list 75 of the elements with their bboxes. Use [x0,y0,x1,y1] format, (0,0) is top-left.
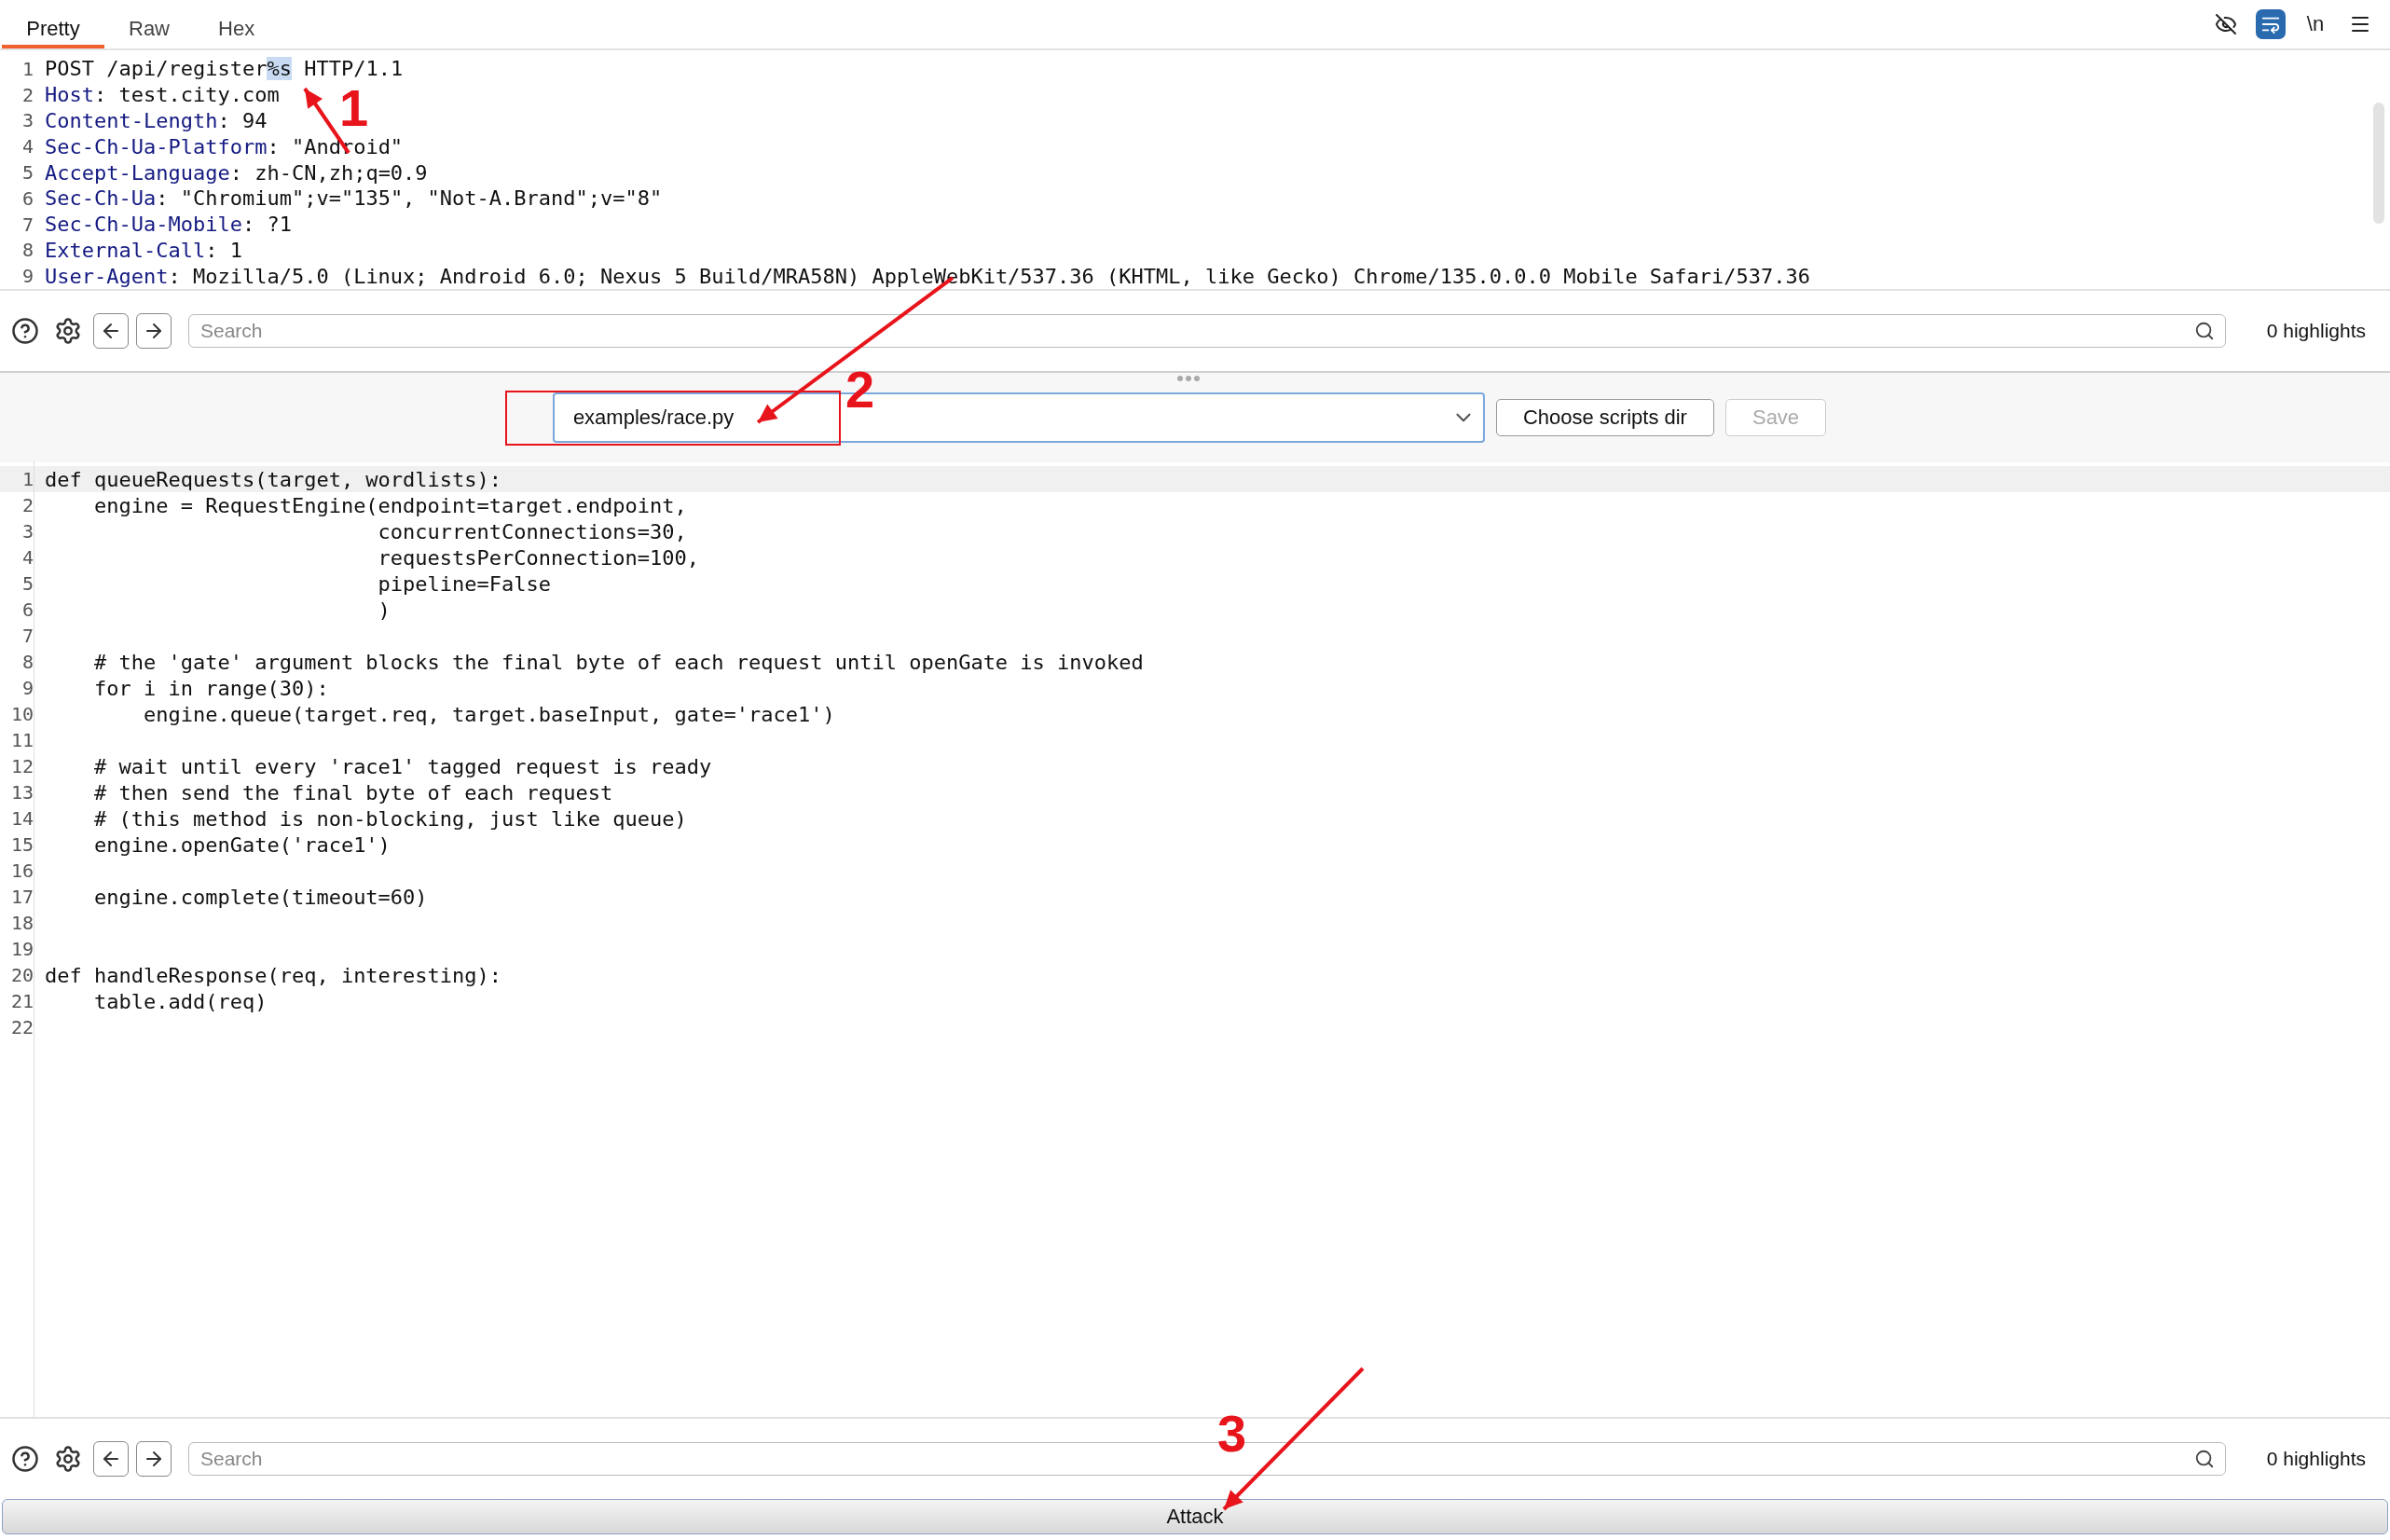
line-number: 21 [9,990,34,1012]
search-icon [2193,321,2215,341]
forward-button[interactable] [136,1441,172,1477]
line-number: 16 [9,859,34,882]
line-number: 22 [9,1016,34,1038]
line-number: 7 [21,213,34,236]
code-line: # the 'gate' argument blocks the final byte of each request until openGate is invoked [92,650,1144,674]
view-tab[interactable]: Raw [104,0,194,48]
code-line: engine.openGate('race1') [92,832,391,857]
code-line: pipeline=False [377,571,552,596]
annotation-number: 1 [339,82,369,134]
line-number: 11 [9,729,34,751]
request-line: Content-Length: 94 [45,108,268,132]
code-line: ) [377,598,391,622]
line-number: 9 [21,677,34,699]
line-number: 15 [9,833,34,856]
scrollbar[interactable] [2373,103,2384,224]
back-button[interactable] [93,1441,129,1477]
code-line: # wait until every 'race1' tagged request is ready [92,754,712,778]
line-number: 3 [21,109,34,132]
line-number: 8 [21,651,34,673]
forward-button[interactable] [136,313,172,349]
code-line: engine = RequestEngine(endpoint=target.endpoint, [92,493,687,517]
line-number: 10 [9,703,34,725]
line-number: 5 [21,572,34,595]
line-number: 6 [21,598,34,621]
line-number: 14 [9,807,34,830]
script-button[interactable]: Choose scripts dir [1495,399,1714,436]
newline-toggle[interactable]: \n [2301,9,2330,39]
line-number: 19 [9,938,34,960]
view-tab[interactable]: Pretty [2,0,104,48]
line-number: 12 [9,755,34,777]
line-number: 4 [21,135,34,158]
line-number: 3 [21,520,34,543]
line-number: 9 [21,265,34,288]
search-field[interactable]: Search [188,314,2226,348]
line-number: 7 [21,625,34,647]
code-line: engine.complete(timeout=60) [92,885,428,909]
code-line: # then send the final byte of each request [92,780,613,804]
request-line: Sec-Ch-Ua-Mobile: ?1 [45,213,292,237]
request-line: User-Agent: Mozilla/5.0 (Linux; Android 6.0; Nexus 5 Build/MRA58N) AppleWebKit/537.36 (KHTML, like Gecko) Chrome/135.0.0.0 Mobile Safari/537.36 [45,264,1811,288]
line-number: 6 [21,186,34,210]
highlights-count: 0 highlights [2266,320,2366,342]
request-line: POST /api/register%s HTTP/1.1 [45,57,404,81]
line-number: 5 [21,161,34,184]
request-line: Sec-Ch-Ua: "Chromium";v="135", "Not-A.Brand";v="8" [45,186,663,211]
back-button[interactable] [93,313,129,349]
request-line: Host: test.city.com [45,83,280,107]
request-line: External-Call: 1 [45,238,242,262]
resize-grip-icon[interactable] [1176,375,1201,382]
line-number: 2 [21,83,34,106]
line-number: 1 [21,57,34,80]
view-tab[interactable]: Hex [194,0,280,48]
line-number: 8 [21,239,34,262]
line-number: 17 [9,886,34,908]
line-number: 2 [21,494,34,516]
line-number: 13 [9,781,34,804]
line-number: 20 [9,964,34,986]
code-line: requestsPerConnection=100, [377,545,699,570]
code-line: def queueRequests(target, wordlists): [45,467,502,491]
eye-off-icon [2215,13,2237,35]
code-line: for i in range(30): [92,676,329,700]
request-line: Accept-Language: zh-CN,zh;q=0.9 [45,160,428,185]
wrap-text-toggle[interactable] [2256,9,2286,39]
attack-button[interactable]: Attack [2,1499,2388,1534]
code-line: # (this method is non-blocking, just like queue) [92,806,687,831]
line-number: 1 [21,468,34,490]
line-number: 4 [21,546,34,569]
code-line: table.add(req) [92,989,268,1013]
search-icon [2193,1449,2215,1469]
code-line: engine.queue(target.req, target.baseInput, gate='race1') [142,702,835,726]
code-line: def handleResponse(req, interesting): [45,963,502,987]
highlights-count: 0 highlights [2266,1448,2366,1470]
line-number: 18 [9,912,34,934]
code-line: concurrentConnections=30, [377,519,687,543]
